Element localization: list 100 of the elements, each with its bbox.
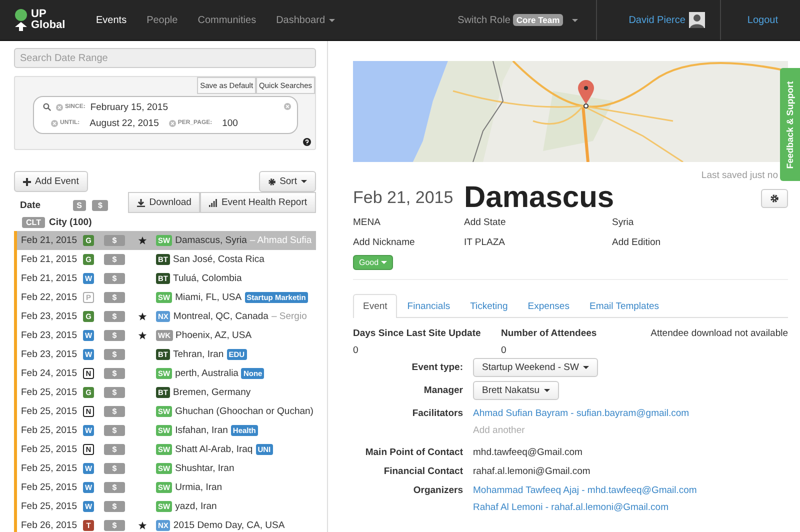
event-date: Feb 25, 2015 [21,463,78,474]
event-date: Feb 24, 2015 [21,368,78,379]
download-icon [137,198,146,206]
event-date: Feb 25, 2015 [21,501,78,512]
info-field[interactable]: Add State [464,217,612,228]
event-title: Damascus [464,181,616,215]
field-label: Event type: [410,361,463,373]
fee-badge: $ [104,501,125,512]
event-city: Phoenix, AZ, USA [176,330,252,341]
person-link[interactable]: Rahaf Al Lemoni - rahaf.al.lemoni@Gmail.com [473,502,788,513]
fee-badge: $ [104,387,125,398]
attendee-note: Attendee download not available [650,328,788,341]
switch-role-label: Switch Role [458,14,510,26]
event-city: Damascus, Syria [175,235,247,246]
logo-text: Global [31,20,66,31]
event-date: Feb 21, 2015 [353,188,454,208]
filter-value: February 15, 2015 [90,102,168,112]
fee-badge: $ [104,254,125,265]
plus-icon [23,178,31,186]
tab[interactable]: Event [353,294,398,318]
field-label: Main Point of Contact [364,446,463,458]
dropdown-button[interactable]: Brett Nakatsu [473,381,559,400]
column-badge: $ [92,200,108,211]
person-link[interactable]: Mohammad Tawfeeq Ajaj - mhd.tawfeeq@Gmail.com [473,485,788,496]
info-field[interactable]: MENA [353,217,464,228]
event-city: Shushtar, Iran [175,463,234,474]
info-field[interactable]: Add Edition [612,237,788,248]
event-date: Feb 22, 2015 [21,292,78,303]
event-city: Isfahan, Iran [175,425,228,436]
stat-value: 0 [501,345,508,356]
info-field[interactable]: Syria [612,217,788,228]
nav-link[interactable]: Dashboard [266,14,345,26]
nav-link[interactable]: Events [86,14,137,26]
logo-text: UP [31,9,48,20]
event-date: Feb 23, 2015 [21,330,78,341]
star-icon[interactable] [138,331,147,340]
event-date: Feb 26, 2015 [21,520,78,531]
gear-icon [268,178,276,186]
event-city: Ghuchan (Ghoochan or Quchan) [175,406,314,417]
settings-button[interactable] [761,188,788,208]
person-link[interactable]: Ahmad Sufian Bayram - sufian.bayram@gmail.com [473,408,788,419]
field-label: Manager [422,384,463,396]
tab[interactable]: Financials [397,294,460,318]
event-city: San José, Costa Rica [173,254,264,265]
caret-icon[interactable] [572,18,578,22]
sort-button[interactable]: Sort [258,171,316,192]
field-label: Organizers [412,484,463,496]
date-header: Date [20,200,41,211]
event-city: Tehran, Iran [173,349,224,360]
fee-badge: $ [104,482,125,493]
nav-link[interactable]: Communities [188,14,266,26]
field-value: rahaf.al.lemoni@Gmail.com [473,466,592,477]
filter-value: 100 [222,118,238,128]
stat-label: Number of Attendees [501,328,598,339]
fee-badge: $ [104,444,125,455]
tab[interactable]: Email Templates [579,294,670,318]
city-header: City (100) [48,217,92,228]
star-icon[interactable] [138,521,147,530]
organizer-name: – Ahmad Sufia [250,235,312,246]
health-report-button[interactable]: Event Health Report [200,192,316,213]
add-event-button[interactable]: Add Event [14,171,88,192]
event-date: Feb 23, 2015 [21,311,78,322]
organizer-name: – Sergio [271,311,307,322]
event-date: Feb 25, 2015 [21,406,78,417]
column-badge: CLT [22,217,45,228]
event-date: Feb 25, 2015 [21,425,78,436]
fee-badge: $ [104,311,125,322]
dropdown-button[interactable]: Startup Weekend - SW [473,358,598,377]
event-date: Feb 21, 2015 [21,254,78,265]
event-date: Feb 21, 2015 [21,273,78,284]
event-city: Shatt Al-Arab, Iraq [175,444,253,455]
info-field[interactable]: IT PLAZA [464,237,612,248]
settings-icon [770,194,779,202]
last-saved-text: Last saved just no [700,170,778,181]
event-date: Feb 23, 2015 [21,349,78,360]
field-value: mhd.tawfeeq@Gmail.com [473,447,584,458]
fee-badge: $ [104,463,125,474]
tab[interactable]: Ticketing [460,294,518,318]
fee-badge: $ [104,235,125,246]
fee-badge: $ [104,330,125,341]
user-link[interactable]: David Pierce [628,14,686,26]
event-city: 2015 Demo Day, CA, USA [173,520,285,531]
event-date: Feb 25, 2015 [21,482,78,493]
star-icon[interactable] [138,312,147,321]
fee-badge: $ [104,292,125,303]
search-icon [43,103,51,111]
field-label: Financial Contact [382,465,463,477]
tab[interactable]: Expenses [518,294,580,318]
logo-icon [14,9,28,31]
download-button[interactable]: Download [128,192,200,213]
help-icon[interactable] [303,138,311,146]
star-icon[interactable] [138,236,147,245]
search-field[interactable]: Search Date Range [14,48,316,68]
fee-badge: $ [104,425,125,436]
logout-link[interactable]: Logout [721,14,800,26]
event-city: Montreal, QC, Canada [173,311,268,322]
info-field[interactable]: Add Nickname [353,237,464,248]
avatar-icon[interactable] [689,12,706,28]
nav-link[interactable]: People [136,14,188,26]
fee-badge: $ [104,273,125,284]
